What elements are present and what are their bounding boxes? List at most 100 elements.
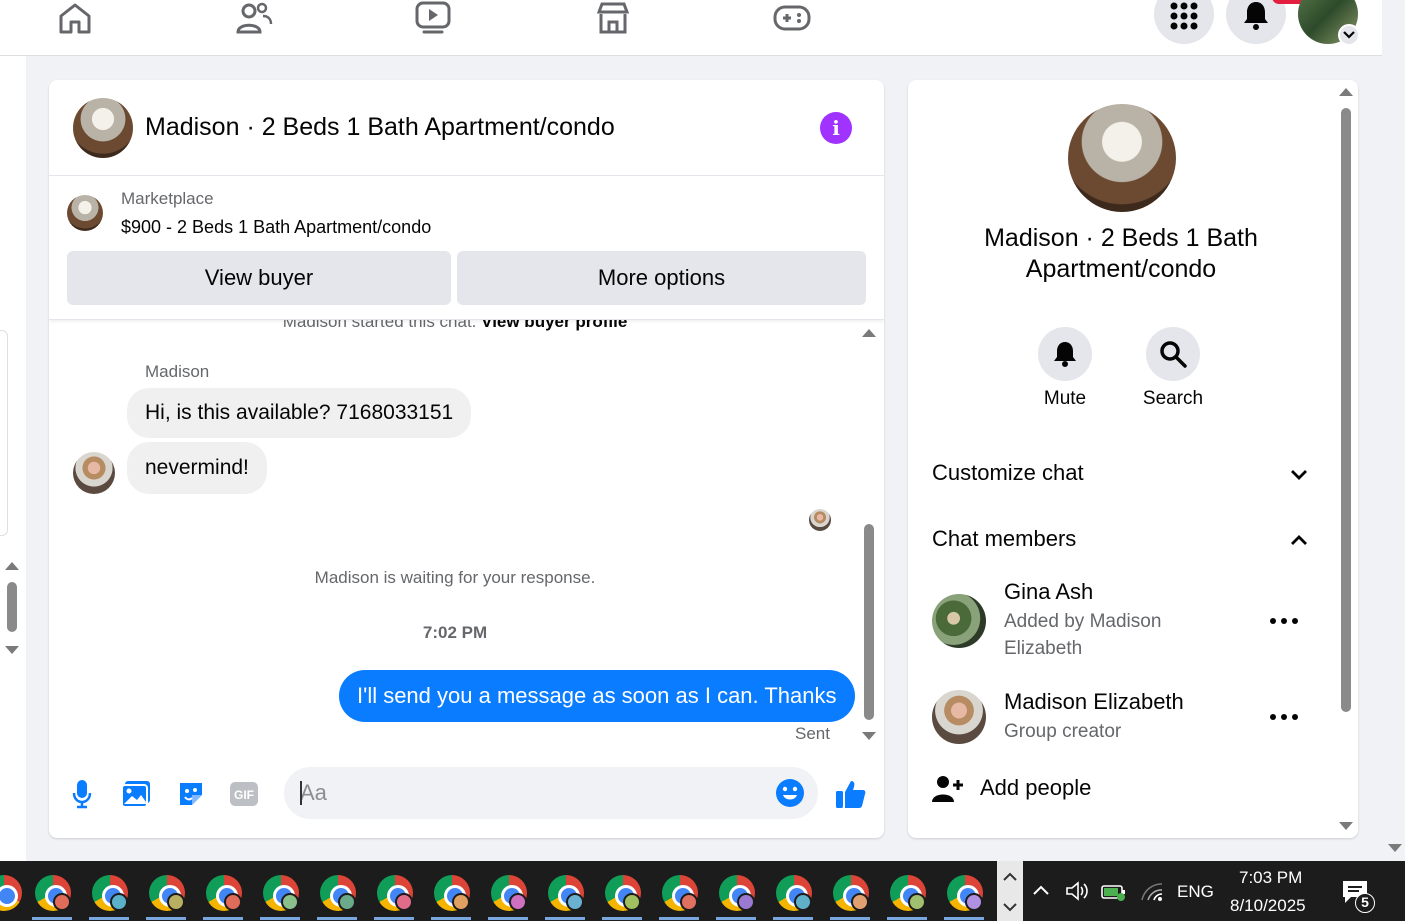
member-name[interactable]: Gina Ash — [1004, 579, 1093, 605]
profile-badge-icon — [281, 893, 299, 911]
active-app-indicator — [488, 917, 528, 920]
profile-badge-icon — [566, 893, 584, 911]
member-options-icon[interactable] — [1270, 616, 1298, 626]
left-scroll-thumb[interactable] — [7, 582, 17, 632]
chrome-taskbar-icon[interactable] — [0, 875, 22, 911]
marketplace-icon[interactable] — [593, 0, 633, 36]
message-input-box[interactable] — [284, 767, 818, 819]
message-bubble[interactable]: Hi, is this available? 7168033151 — [127, 388, 472, 438]
gaming-icon[interactable] — [772, 0, 812, 36]
active-app-indicator — [32, 917, 72, 920]
window-scrollbar[interactable] — [1385, 56, 1405, 861]
profile-badge-icon — [509, 893, 527, 911]
taskbar-scroll[interactable] — [997, 861, 1023, 921]
listing-title[interactable]: $900 - 2 Beds 1 Bath Apartment/condo — [121, 217, 431, 238]
sender-name: Madison — [145, 362, 210, 381]
info-scrollbar[interactable] — [1338, 86, 1354, 832]
active-app-indicator — [89, 917, 129, 920]
language-indicator[interactable]: ENG — [1177, 882, 1214, 902]
chevron-down-icon[interactable] — [1288, 464, 1310, 486]
watch-icon[interactable] — [413, 0, 453, 36]
chevron-down-icon[interactable] — [997, 897, 1023, 917]
text-caret — [300, 781, 302, 805]
message-timestamp: 7:02 PM — [422, 623, 488, 642]
active-app-indicator — [431, 917, 471, 920]
home-icon[interactable] — [55, 0, 95, 36]
profile-badge-icon — [110, 893, 128, 911]
chat-scroll-thumb[interactable] — [864, 524, 874, 720]
wifi-icon[interactable] — [1140, 882, 1164, 902]
notifications-button[interactable] — [1226, 0, 1286, 44]
member-options-icon[interactable] — [1270, 712, 1298, 722]
chat-scrollbar[interactable] — [861, 328, 877, 748]
add-person-icon[interactable] — [932, 774, 964, 804]
more-options-button[interactable]: More options — [457, 251, 866, 305]
listing-thumbnail[interactable] — [67, 195, 103, 231]
sticker-icon[interactable] — [175, 778, 207, 810]
add-people-button[interactable]: Add people — [980, 775, 1091, 801]
info-scroll-thumb[interactable] — [1341, 108, 1351, 712]
active-app-indicator — [602, 917, 642, 920]
system-tray: ENG 7:03 PM 8/10/2025 5 — [1023, 861, 1405, 921]
microphone-icon[interactable] — [66, 778, 98, 810]
info-icon[interactable]: i — [820, 112, 852, 144]
active-app-indicator — [887, 917, 927, 920]
account-dropdown[interactable] — [1338, 24, 1360, 46]
menu-grid-icon — [1170, 2, 1198, 30]
left-scroll-up[interactable] — [5, 562, 19, 570]
left-scroll-down[interactable] — [5, 646, 19, 654]
active-app-indicator — [203, 917, 243, 920]
clock-date[interactable]: 8/10/2025 — [1230, 896, 1306, 916]
active-app-indicator — [716, 917, 756, 920]
chat-title[interactable]: Madison · 2 Beds 1 Bath Apartment/condo — [145, 113, 615, 142]
chat-scroll-up[interactable] — [862, 329, 876, 337]
member-avatar[interactable] — [932, 690, 986, 744]
active-app-indicator — [944, 917, 984, 920]
chat-avatar[interactable] — [73, 98, 133, 158]
sender-avatar[interactable] — [73, 452, 115, 494]
show-hidden-icons-chevron[interactable] — [1031, 883, 1051, 897]
active-app-indicator — [659, 917, 699, 920]
view-buyer-button[interactable]: View buyer — [67, 251, 451, 305]
chat-header: Madison · 2 Beds 1 Bath Apartment/condo … — [49, 80, 884, 176]
info-scroll-up[interactable] — [1339, 88, 1353, 96]
active-app-indicator — [146, 917, 186, 920]
member-name[interactable]: Madison Elizabeth — [1004, 689, 1184, 715]
message-bubble[interactable]: nevermind! — [127, 442, 267, 494]
window-scroll-down[interactable] — [1388, 844, 1402, 852]
waiting-notice: Madison is waiting for your response. — [314, 568, 596, 587]
member-avatar[interactable] — [932, 594, 986, 648]
mute-button[interactable] — [1038, 327, 1092, 381]
chat-info-panel: Madison · 2 Beds 1 Bath Apartment/condo … — [908, 80, 1358, 838]
group-avatar[interactable] — [1068, 104, 1176, 212]
chevron-up-icon[interactable] — [1288, 529, 1310, 551]
outgoing-message-bubble[interactable]: I'll send you a message as soon as I can… — [339, 670, 855, 722]
profile-badge-icon — [623, 893, 641, 911]
friends-icon[interactable] — [234, 0, 274, 36]
chat-scroll-down[interactable] — [862, 732, 876, 740]
gif-icon[interactable]: GIF — [228, 778, 260, 810]
notifications-icon — [1244, 2, 1268, 30]
profile-badge-icon — [452, 893, 470, 911]
menu-button[interactable] — [1154, 0, 1214, 44]
profile-badge-icon — [338, 893, 356, 911]
volume-icon[interactable] — [1065, 880, 1089, 902]
chevron-up-icon[interactable] — [997, 867, 1023, 887]
active-app-indicator — [545, 917, 585, 920]
customize-chat-header[interactable]: Customize chat — [932, 460, 1084, 486]
bell-icon — [1054, 342, 1076, 367]
chat-panel: Madison · 2 Beds 1 Bath Apartment/condo … — [49, 80, 884, 838]
message-input[interactable] — [300, 779, 760, 807]
notification-count: 5 — [1355, 893, 1375, 913]
info-scroll-down[interactable] — [1339, 822, 1353, 830]
chat-members-header[interactable]: Chat members — [932, 526, 1076, 552]
profile-badge-icon — [53, 893, 71, 911]
emoji-icon[interactable] — [775, 778, 805, 808]
search-button[interactable] — [1146, 327, 1200, 381]
photo-icon[interactable] — [120, 778, 152, 810]
thumbs-up-icon[interactable] — [834, 778, 868, 810]
clock-time[interactable]: 7:03 PM — [1239, 868, 1302, 888]
profile-badge-icon — [851, 893, 869, 911]
group-title: Madison · 2 Beds 1 Bath Apartment/condo — [984, 224, 1258, 283]
battery-icon[interactable] — [1101, 883, 1127, 901]
